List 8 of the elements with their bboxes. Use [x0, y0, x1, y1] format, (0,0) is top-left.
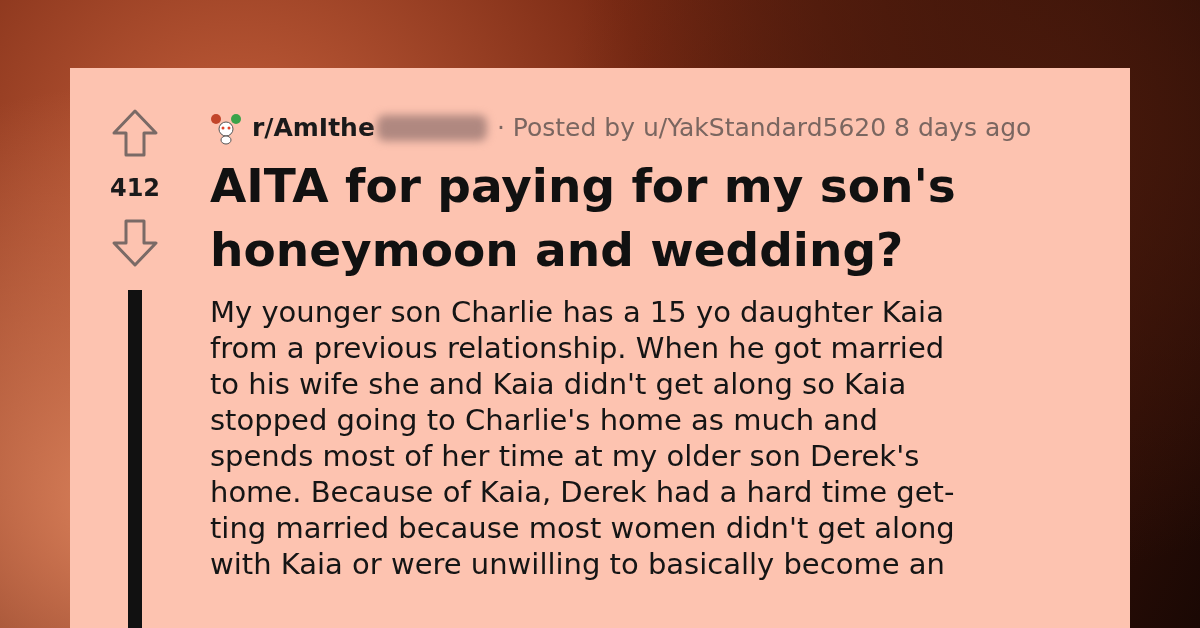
post-title: AITA for paying for my son's honeymoon and wedding? — [210, 157, 957, 279]
vote-count: 412 — [109, 173, 161, 204]
subreddit-icon — [210, 111, 242, 145]
downvote-icon[interactable] — [111, 218, 159, 268]
post-body: My younger son Charlie has a 15 yo daughter Kaia from a previous relationship. When he got married to his wife she and Kaia didn't get along so Kaia stopped going to Charlie's home as much and spends most of her time at my older son Derek's home. Because of Kaia, Derek had a hard time get- ting married because most women didn't get along with Kaia or were unwilling to basically become an — [210, 294, 956, 582]
subreddit-name[interactable]: r/AmIthe — [252, 109, 375, 147]
post-meta: · Posted by u/YakStandard5620 8 days ago — [496, 112, 1032, 145]
upvote-icon[interactable] — [111, 108, 159, 158]
